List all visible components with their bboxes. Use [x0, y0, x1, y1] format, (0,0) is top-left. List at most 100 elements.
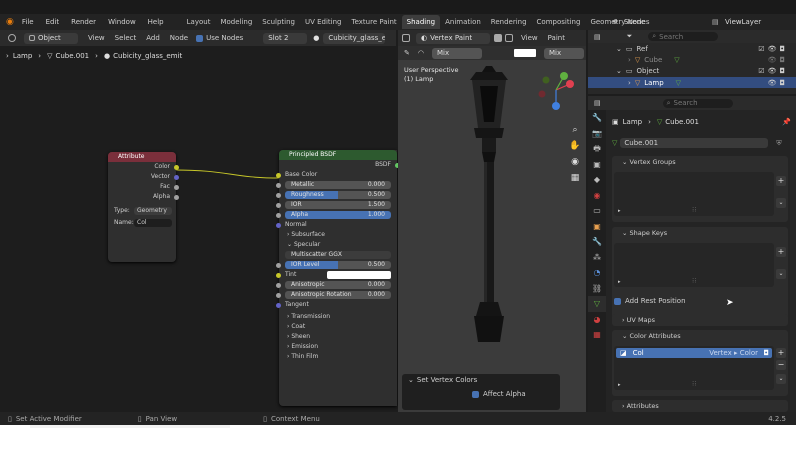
material-tab-icon[interactable]: ◕	[588, 312, 606, 328]
color-attributes-list[interactable]: ◪ Col Vertex ▸ Color ◘ ▸ ⁝⁝	[614, 346, 774, 390]
mesh-data-icon[interactable]: ▽	[612, 139, 617, 147]
node-editor[interactable]: Object View Select Add Node Use Nodes Sl…	[0, 30, 400, 412]
scene-name[interactable]: Scene	[624, 18, 645, 26]
list-resize-handle[interactable]: ⁝⁝	[692, 277, 696, 285]
attribute-name-field[interactable]: Col	[134, 219, 172, 227]
modifier-tab-icon[interactable]: 🔧	[588, 234, 606, 250]
blender-logo-icon[interactable]: ◉	[6, 17, 14, 27]
data-tab-icon[interactable]: ▽	[588, 296, 606, 312]
tab-animation[interactable]: Animation	[440, 15, 486, 29]
transmission-panel[interactable]: › Transmission	[279, 312, 397, 322]
physics-tab-icon[interactable]: ◔	[588, 265, 606, 281]
uv-maps-header[interactable]: › UV Maps	[612, 314, 788, 326]
alpha-input-socket[interactable]	[276, 212, 281, 218]
blend-mode-dropdown[interactable]: Mix	[431, 47, 482, 59]
menu-window[interactable]: Window	[108, 18, 136, 26]
collection-tab-icon[interactable]: ▭	[588, 203, 606, 219]
texture-tab-icon[interactable]: ▦	[588, 327, 606, 343]
visibility-icons[interactable]: 👁◘	[768, 79, 788, 87]
view-layer-name[interactable]: ViewLayer	[725, 18, 761, 26]
attribute-node-header[interactable]: Attribute	[108, 152, 176, 162]
menu-edit[interactable]: Edit	[46, 18, 60, 26]
scene-icon[interactable]: ❖	[612, 18, 618, 26]
outliner-item-lamp[interactable]: › ▽ Lamp ▽ 👁◘	[588, 77, 796, 88]
anisotropic-rotation-slider[interactable]: Anisotropic Rotation 0.000	[285, 291, 391, 299]
navigation-gizmo[interactable]	[534, 66, 584, 116]
add-vertex-group-button[interactable]: +	[776, 176, 786, 186]
sheen-panel[interactable]: › Sheen	[279, 332, 397, 342]
anisotropic-slider[interactable]: Anisotropic 0.000	[285, 281, 391, 289]
editor-type-icon[interactable]: ▤	[594, 99, 601, 107]
tab-shading[interactable]: Shading	[401, 15, 441, 29]
tab-uv-editing[interactable]: UV Editing	[300, 15, 347, 29]
list-expand-icon[interactable]: ▸	[618, 208, 621, 214]
viewport-3d[interactable]: ◐ Vertex Paint View Paint ✎ ◠ Mix Mix Use…	[398, 30, 586, 412]
vertex-group-menu-button[interactable]: ⌄	[776, 198, 786, 208]
menu-help[interactable]: Help	[148, 18, 164, 26]
specular-panel[interactable]: ⌄ Specular	[279, 240, 397, 250]
menu-file[interactable]: File	[22, 18, 34, 26]
coat-panel[interactable]: › Coat	[279, 322, 397, 332]
camera-icon[interactable]: ◉	[568, 154, 582, 170]
properties-search-input[interactable]: ⌕ Search	[662, 98, 733, 108]
shape-keys-list[interactable]: ▸ ⁝⁝	[614, 243, 774, 287]
particles-tab-icon[interactable]: ⁂	[588, 250, 606, 266]
pan-hand-icon[interactable]: ✋	[568, 138, 582, 154]
tab-modeling[interactable]: Modeling	[215, 15, 257, 29]
outliner-item-cube[interactable]: › ▽ Cube ▽ 👁◘	[588, 55, 796, 65]
scene-tab-icon[interactable]: ◆	[588, 172, 606, 188]
roughness-slider[interactable]: Roughness 0.500	[285, 191, 391, 199]
render-camera-icon[interactable]: ◘	[763, 349, 769, 357]
emission-panel[interactable]: › Emission	[279, 342, 397, 352]
brush-icon[interactable]: ✎	[404, 49, 410, 57]
bsdf-node-header[interactable]: Principled BSDF	[279, 150, 397, 160]
roughness-socket[interactable]	[276, 192, 281, 198]
add-rest-position-checkbox[interactable]	[614, 297, 621, 305]
editor-type-icon[interactable]: ▤	[594, 33, 601, 41]
outliner-search-input[interactable]: ⌕ Search	[648, 32, 719, 41]
tab-compositing[interactable]: Compositing	[532, 15, 586, 29]
menu-paint[interactable]: Paint	[548, 34, 565, 42]
tangent-socket[interactable]	[276, 302, 281, 308]
view-layer-tab-icon[interactable]: ▣	[588, 157, 606, 173]
subsurface-panel[interactable]: › Subsurface	[279, 230, 397, 240]
lamp-post-model[interactable]	[438, 66, 538, 346]
ior-field[interactable]: IOR 1.500	[285, 201, 391, 209]
tab-texture-paint[interactable]: Texture Paint	[347, 15, 402, 29]
outliner[interactable]: ▤ ⏷ ⌕ Search ⌄ ▭ Ref ☑👁◘ › ▽ Cube ▽ 👁◘ ⌄ ▭ Object ☑…	[588, 30, 796, 94]
pin-icon[interactable]: 📌	[782, 118, 791, 126]
color-attributes-header[interactable]: ⌄ Color Attributes	[612, 330, 788, 342]
properties-editor[interactable]: ▤ ⌕ Search 🔧 📷 🖶 ▣ ◆ ◉ ▭ ▣ 🔧 ⁂ ◔ ⛓ ▽ ◕ ▦ …	[588, 96, 796, 412]
blend-mode-dropdown-2[interactable]: Mix	[543, 47, 584, 59]
tint-socket[interactable]	[276, 272, 281, 278]
color-attribute-item[interactable]: ◪ Col Vertex ▸ Color ◘	[616, 348, 772, 358]
fac-socket[interactable]	[174, 184, 179, 190]
object-tab-icon[interactable]: ▣	[588, 219, 606, 235]
list-expand-icon[interactable]: ▸	[618, 382, 621, 388]
color-attribute-menu-button[interactable]: ⌄	[776, 374, 786, 384]
tab-sculpting[interactable]: Sculpting	[257, 15, 300, 29]
color-socket[interactable]	[174, 164, 179, 170]
ior-level-socket[interactable]	[276, 262, 281, 268]
constraints-tab-icon[interactable]: ⛓	[588, 281, 606, 297]
vertex-groups-header[interactable]: ⌄ Vertex Groups	[612, 156, 788, 168]
add-color-attribute-button[interactable]: +	[776, 348, 786, 358]
mesh-name-field[interactable]: Cube.001	[620, 138, 769, 148]
render-tab-icon[interactable]: 📷	[588, 126, 606, 142]
world-tab-icon[interactable]: ◉	[588, 188, 606, 204]
anisotropic-rotation-socket[interactable]	[276, 292, 281, 298]
view-layer-icon[interactable]: ▤	[712, 18, 719, 26]
distribution-dropdown[interactable]: Multiscatter GGX	[285, 251, 391, 259]
last-operator-header[interactable]: ⌄ Set Vertex Colors	[402, 374, 560, 386]
brush-preset-icon[interactable]: ◠	[418, 49, 424, 57]
metallic-socket[interactable]	[276, 182, 281, 188]
principled-bsdf-node[interactable]: Principled BSDF BSDF Base Color Metallic…	[276, 150, 400, 406]
tint-color-swatch[interactable]	[327, 271, 391, 279]
output-tab-icon[interactable]: 🖶	[588, 141, 606, 157]
menu-render[interactable]: Render	[71, 18, 96, 26]
fake-user-shield-icon[interactable]: ⛨	[776, 139, 781, 148]
ior-socket[interactable]	[276, 202, 281, 208]
remove-color-attribute-button[interactable]: −	[776, 360, 786, 370]
mask-toggle-icon[interactable]	[505, 34, 513, 42]
tool-tab-icon[interactable]: 🔧	[588, 110, 606, 126]
